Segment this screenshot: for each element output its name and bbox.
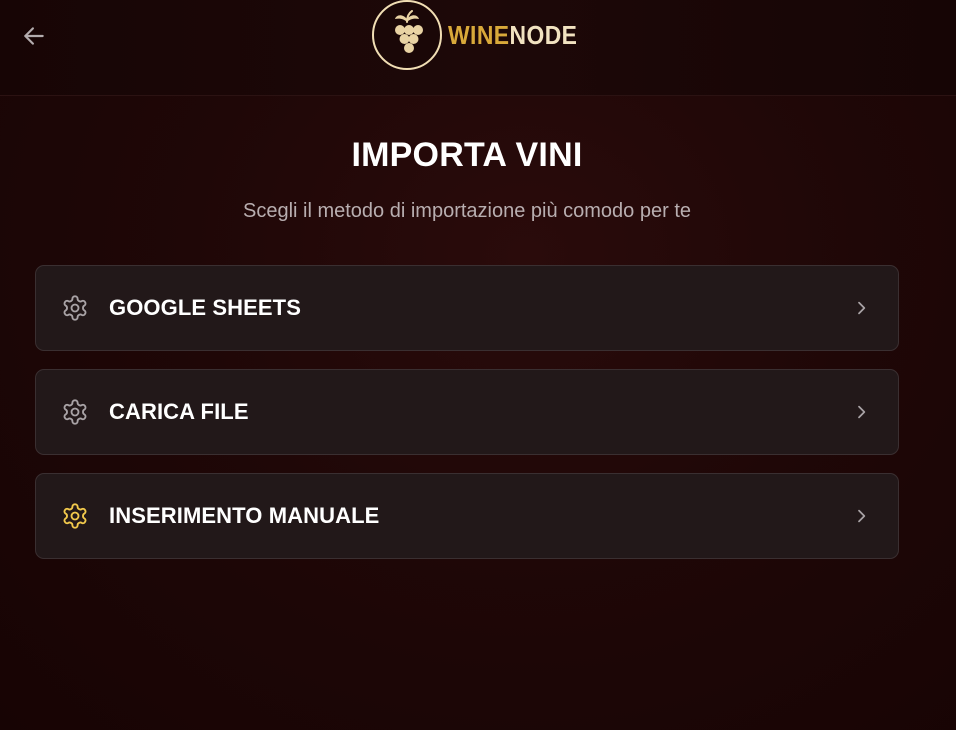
back-button[interactable] xyxy=(18,20,50,52)
option-label: GOOGLE SHEETS xyxy=(109,295,301,320)
arrow-left-icon xyxy=(24,27,44,45)
brand-logo[interactable]: WINENODE xyxy=(372,0,595,70)
option-google-sheets[interactable]: GOOGLE SHEETS xyxy=(35,265,899,351)
chevron-right-icon xyxy=(852,299,870,317)
chevron-right-icon xyxy=(852,507,870,525)
brand-name-node: NODE xyxy=(509,19,578,50)
page-title: IMPORTA VINI xyxy=(351,136,583,174)
option-label: CARICA FILE xyxy=(109,399,249,424)
option-label: INSERIMENTO MANUALE xyxy=(109,503,380,528)
gear-icon xyxy=(60,501,90,531)
option-inserimento-manuale[interactable]: INSERIMENTO MANUALE xyxy=(35,473,899,559)
chevron-right-icon xyxy=(852,403,870,421)
option-carica-file[interactable]: CARICA FILE xyxy=(35,369,899,455)
brand-name-wine: WINE xyxy=(448,19,510,50)
import-options-list: GOOGLE SHEETS CARICA FILE INSERIMENTO MA… xyxy=(35,265,899,577)
brand-name: WINENODE xyxy=(448,20,577,51)
gear-icon xyxy=(60,397,90,427)
app-header: WINENODE xyxy=(0,0,956,96)
grapes-logo-icon xyxy=(372,0,442,70)
gear-icon xyxy=(60,293,90,323)
page-subtitle: Scegli il metodo di importazione più com… xyxy=(242,200,692,222)
